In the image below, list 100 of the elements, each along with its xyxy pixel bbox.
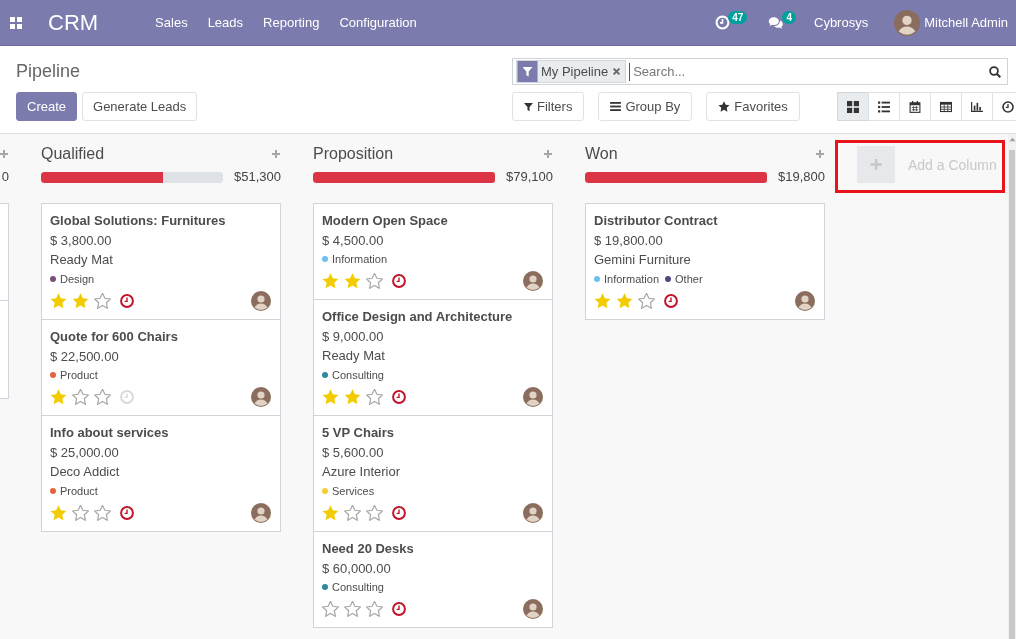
bar-chart-icon <box>970 100 983 113</box>
calendar-view-button[interactable] <box>898 92 931 121</box>
star-icon[interactable] <box>616 293 633 309</box>
avatar-icon <box>523 503 543 523</box>
star-rating[interactable] <box>322 389 383 405</box>
star-icon[interactable] <box>322 273 339 289</box>
graph-view-button[interactable] <box>960 92 993 121</box>
star-rating[interactable] <box>322 273 383 289</box>
kanban-view-button[interactable] <box>836 92 869 121</box>
star-rating[interactable] <box>50 293 111 309</box>
plus-icon[interactable] <box>544 149 552 158</box>
plus-icon[interactable] <box>0 149 8 158</box>
star-icon[interactable] <box>94 293 111 309</box>
kanban-card[interactable]: 5 VP Chairs $ 5,600.00 Azure Interior Services <box>313 415 553 532</box>
search-icon[interactable] <box>989 65 1001 78</box>
kanban-card[interactable]: Office Design and Architecture $ 9,000.00 Ready Mat Consulting <box>313 299 553 416</box>
clock-icon[interactable] <box>392 390 406 404</box>
card-amount: $ 5,600.00 <box>322 444 385 462</box>
clock-icon[interactable] <box>120 294 134 308</box>
kanban-card[interactable]: Info about services $ 25,000.00 Deco Addict Product <box>41 415 281 532</box>
card-edge[interactable] <box>0 203 9 301</box>
menu-item[interactable]: Reporting <box>253 12 330 33</box>
card-amount: $ 4,500.00 <box>322 232 385 250</box>
kanban-card[interactable]: Modern Open Space $ 4,500.00 Information <box>313 203 553 300</box>
star-icon[interactable] <box>322 601 339 617</box>
close-icon[interactable] <box>612 67 622 76</box>
menu-item[interactable]: Sales <box>145 12 198 33</box>
star-rating[interactable] <box>322 601 383 617</box>
menu-item[interactable]: Configuration <box>329 12 427 33</box>
star-icon[interactable] <box>94 389 111 405</box>
group-by-button[interactable]: Group By <box>598 92 693 121</box>
favorites-button[interactable]: Favorites <box>706 92 800 121</box>
star-icon[interactable] <box>366 601 383 617</box>
kanban-card[interactable]: Global Solutions: Furnitures $ 3,800.00 Ready Mat Design <box>41 203 281 320</box>
column-total: 0 <box>1 169 9 185</box>
star-icon[interactable] <box>94 505 111 521</box>
kanban-card[interactable]: Need 20 Desks $ 60,000.00 Consulting <box>313 531 553 628</box>
star-rating[interactable] <box>594 293 655 309</box>
star-icon[interactable] <box>72 505 89 521</box>
scrollbar[interactable] <box>1008 134 1016 639</box>
funnel-icon <box>524 101 533 112</box>
kanban-card[interactable]: Quote for 600 Chairs $ 22,500.00 Product <box>41 319 281 416</box>
search-input[interactable]: Search... <box>629 62 985 81</box>
list-icon <box>877 100 890 113</box>
search-field[interactable]: My Pipeline Search... <box>512 58 1008 85</box>
star-rating[interactable] <box>322 505 383 521</box>
card-title: Need 20 Desks <box>322 540 415 557</box>
facet-label: My Pipeline <box>540 62 610 81</box>
filters-button[interactable]: Filters <box>512 92 585 121</box>
activity-view-button[interactable] <box>991 92 1016 121</box>
star-icon[interactable] <box>366 389 383 405</box>
clock-icon[interactable] <box>664 294 678 308</box>
star-icon[interactable] <box>344 601 361 617</box>
scrollbar-thumb[interactable] <box>1009 150 1015 639</box>
clock-icon[interactable] <box>392 274 406 288</box>
chat-bubbles-icon[interactable] <box>768 15 785 30</box>
avatar-icon <box>251 291 271 311</box>
star-icon[interactable] <box>322 389 339 405</box>
star-icon[interactable] <box>50 505 67 521</box>
avatar-icon <box>251 503 271 523</box>
star-rating[interactable] <box>50 505 111 521</box>
company-switcher[interactable]: Cybrosys <box>814 13 869 32</box>
plus-icon[interactable] <box>816 149 824 158</box>
star-icon[interactable] <box>72 293 89 309</box>
card-edge[interactable] <box>0 300 9 399</box>
star-icon[interactable] <box>344 389 361 405</box>
star-icon[interactable] <box>366 505 383 521</box>
star-icon[interactable] <box>344 505 361 521</box>
clock-icon[interactable] <box>392 506 406 520</box>
column-title: Won <box>585 143 618 164</box>
tag-label: Design <box>60 272 95 286</box>
card-title: Global Solutions: Furnitures <box>50 212 227 229</box>
tag-label: Product <box>60 484 98 498</box>
arrow-up-icon[interactable] <box>1008 137 1016 142</box>
star-icon[interactable] <box>50 293 67 309</box>
app-name[interactable]: CRM <box>48 9 99 36</box>
star-icon[interactable] <box>594 293 611 309</box>
kanban-card[interactable]: Distributor Contract $ 19,800.00 Gemini Furniture Information Other <box>585 203 825 320</box>
tag-label: Other <box>675 272 703 286</box>
action-button[interactable]: Generate Leads <box>82 92 198 121</box>
clock-icon[interactable] <box>120 506 134 520</box>
create-button[interactable]: Create <box>16 92 78 121</box>
star-icon[interactable] <box>72 389 89 405</box>
apps-icon[interactable] <box>10 16 22 29</box>
pivot-view-button[interactable] <box>929 92 962 121</box>
clock-icon[interactable] <box>392 602 406 616</box>
star-icon[interactable] <box>322 505 339 521</box>
list-view-button[interactable] <box>867 92 900 121</box>
card-amount: $ 19,800.00 <box>594 232 664 250</box>
card-title: 5 VP Chairs <box>322 424 396 441</box>
menu-item[interactable]: Leads <box>197 12 254 33</box>
user-menu[interactable]: Mitchell Admin <box>924 13 1008 32</box>
star-icon[interactable] <box>50 389 67 405</box>
star-icon[interactable] <box>344 273 361 289</box>
star-icon[interactable] <box>638 293 655 309</box>
star-icon[interactable] <box>366 273 383 289</box>
column-title: Qualified <box>41 143 105 164</box>
plus-icon[interactable] <box>272 149 280 158</box>
card-amount: $ 3,800.00 <box>50 232 113 250</box>
star-rating[interactable] <box>50 389 111 405</box>
